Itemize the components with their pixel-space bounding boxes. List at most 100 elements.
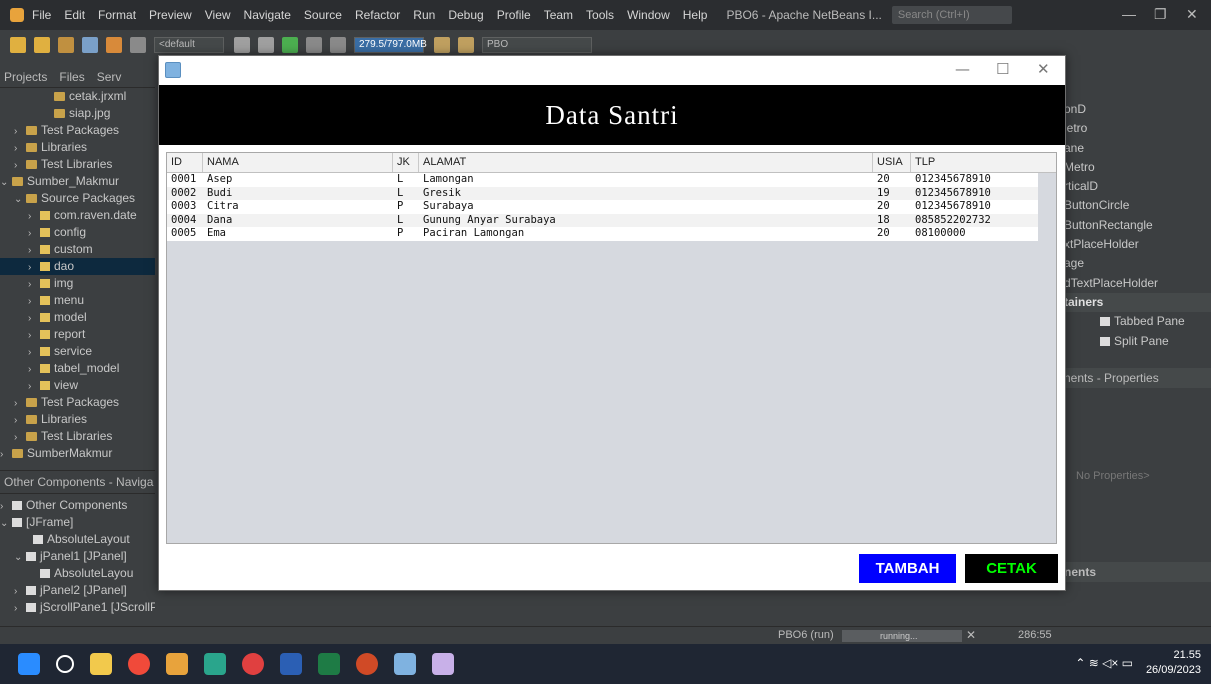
open-project-icon[interactable] xyxy=(58,37,74,53)
menu-profile[interactable]: Profile xyxy=(497,8,531,22)
palette-item[interactable]: Split Pane xyxy=(1062,332,1211,351)
memory-indicator[interactable]: 279.5/797.0MB xyxy=(354,37,427,53)
col-jk[interactable]: JK xyxy=(393,153,419,172)
menu-navigate[interactable]: Navigate xyxy=(244,8,291,22)
undo-icon[interactable] xyxy=(106,37,122,53)
config-select[interactable]: <default xyxy=(154,37,224,53)
chevron-down-icon[interactable]: ⌄ xyxy=(14,191,26,207)
chevron-down-icon[interactable]: ⌄ xyxy=(0,174,12,190)
table-row[interactable]: 0002 Budi L Gresik 19 012345678910 xyxy=(167,186,1038,201)
tree-item[interactable]: › SumberMakmur xyxy=(0,445,155,462)
chevron-down-icon[interactable]: ⌄ xyxy=(0,515,12,531)
debug-icon[interactable] xyxy=(306,37,322,53)
tree-item[interactable]: › view xyxy=(0,377,155,394)
jasper-viewer-icon[interactable] xyxy=(432,653,454,675)
col-nama[interactable]: NAMA xyxy=(203,153,393,172)
chevron-right-icon[interactable]: › xyxy=(28,361,40,377)
table-cell-tlp[interactable]: 085852202732 xyxy=(911,214,991,228)
menu-file[interactable]: File xyxy=(32,8,51,22)
table-cell-id[interactable]: 0002 xyxy=(167,187,196,201)
powerpoint-icon[interactable] xyxy=(356,653,378,675)
clock[interactable]: 21.55 26/09/2023 xyxy=(1146,648,1201,678)
dialog-minimize-icon[interactable]: — xyxy=(955,60,970,78)
table-cell-usia[interactable]: 20 xyxy=(873,200,890,214)
table-cell-jk[interactable]: L xyxy=(393,173,403,187)
table-cell-tlp[interactable]: 012345678910 xyxy=(911,173,991,187)
table-cell-nama[interactable]: Asep xyxy=(203,173,232,187)
tab-services[interactable]: Serv xyxy=(97,70,122,84)
table-cell-id[interactable]: 0001 xyxy=(167,173,196,187)
palette-item[interactable]: ButtonRectangle xyxy=(1062,216,1211,235)
table-row[interactable]: 0005 Ema P Paciran Lamongan 20 08100000 xyxy=(167,227,1038,241)
tree-item[interactable]: › com.raven.date xyxy=(0,207,155,224)
palette-item[interactable]: onD xyxy=(1062,100,1211,119)
navigator-item[interactable]: ⌄ jPanel1 [JPanel] xyxy=(0,548,155,565)
navigator-item[interactable]: ⌄ [JFrame] xyxy=(0,514,155,531)
navigator-item[interactable]: AbsoluteLayout xyxy=(0,531,155,548)
palette-item[interactable]: Tabbed Pane xyxy=(1062,312,1211,331)
palette-item[interactable]: Metro xyxy=(1062,158,1211,177)
table-row[interactable]: 0004 Dana L Gunung Anyar Surabaya 18 08585220… xyxy=(167,213,1038,228)
table-cell-alamat[interactable]: Surabaya xyxy=(419,200,474,214)
redo-icon[interactable] xyxy=(130,37,146,53)
table-cell-jk[interactable]: L xyxy=(393,214,403,228)
palette-item[interactable]: rticalD xyxy=(1062,177,1211,196)
table-cell-nama[interactable]: Citra xyxy=(203,200,239,214)
tree-item[interactable]: cetak.jrxml xyxy=(0,88,155,105)
tree-item[interactable]: › custom xyxy=(0,241,155,258)
table-cell-nama[interactable]: Ema xyxy=(203,227,226,241)
chevron-right-icon[interactable]: › xyxy=(14,583,26,599)
chevron-right-icon[interactable]: › xyxy=(28,225,40,241)
restore-icon[interactable]: ❐ xyxy=(1154,6,1167,23)
menu-team[interactable]: Team xyxy=(544,8,573,22)
palette-item[interactable]: age xyxy=(1062,254,1211,273)
tree-item[interactable]: › config xyxy=(0,224,155,241)
chevron-right-icon[interactable]: › xyxy=(14,412,26,428)
table-cell-alamat[interactable]: Lamongan xyxy=(419,173,474,187)
menu-window[interactable]: Window xyxy=(627,8,670,22)
navigator-item[interactable]: › Other Components xyxy=(0,497,155,514)
gc-icon[interactable] xyxy=(434,37,450,53)
chevron-right-icon[interactable]: › xyxy=(28,276,40,292)
save-icon[interactable] xyxy=(82,37,98,53)
menu-help[interactable]: Help xyxy=(683,8,708,22)
file-explorer-icon[interactable] xyxy=(90,653,112,675)
table-cell-usia[interactable]: 20 xyxy=(873,173,890,187)
col-usia[interactable]: USIA xyxy=(873,153,911,172)
chevron-right-icon[interactable]: › xyxy=(0,498,12,514)
chevron-right-icon[interactable]: › xyxy=(28,242,40,258)
dialog-maximize-icon[interactable]: ☐ xyxy=(996,60,1009,78)
tree-item[interactable]: › Libraries xyxy=(0,411,155,428)
chevron-right-icon[interactable]: › xyxy=(28,259,40,275)
tree-item[interactable]: › menu xyxy=(0,292,155,309)
chevron-right-icon[interactable]: › xyxy=(28,310,40,326)
search-icon[interactable] xyxy=(56,655,74,673)
table-cell-alamat[interactable]: Paciran Lamongan xyxy=(419,227,524,241)
chevron-right-icon[interactable]: › xyxy=(14,429,26,445)
dialog-close-icon[interactable]: ✕ xyxy=(1037,60,1050,78)
properties-tab[interactable]: nents - Properties xyxy=(1062,368,1211,388)
menu-refactor[interactable]: Refactor xyxy=(355,8,400,22)
chevron-right-icon[interactable]: › xyxy=(28,327,40,343)
table-cell-tlp[interactable]: 012345678910 xyxy=(911,200,991,214)
tree-item[interactable]: › dao xyxy=(0,258,155,275)
palette-category[interactable]: tainers xyxy=(1062,292,1211,313)
tab-projects[interactable]: Projects xyxy=(4,70,47,84)
table-cell-usia[interactable]: 19 xyxy=(873,187,890,201)
navigator-item[interactable]: AbsoluteLayou xyxy=(0,565,155,582)
app-icon[interactable] xyxy=(204,653,226,675)
tree-item[interactable]: › tabel_model xyxy=(0,360,155,377)
menu-edit[interactable]: Edit xyxy=(64,8,85,22)
chevron-right-icon[interactable]: › xyxy=(0,446,12,462)
table-cell-id[interactable]: 0003 xyxy=(167,200,196,214)
profile-icon[interactable] xyxy=(330,37,346,53)
table-cell-jk[interactable]: P xyxy=(393,227,403,241)
chevron-down-icon[interactable]: ⌄ xyxy=(14,549,26,565)
chevron-right-icon[interactable]: › xyxy=(14,157,26,173)
menu-view[interactable]: View xyxy=(205,8,231,22)
excel-icon[interactable] xyxy=(318,653,340,675)
chrome-icon[interactable] xyxy=(128,653,150,675)
menu-debug[interactable]: Debug xyxy=(448,8,483,22)
run-icon[interactable] xyxy=(282,37,298,53)
tree-item[interactable]: › service xyxy=(0,343,155,360)
